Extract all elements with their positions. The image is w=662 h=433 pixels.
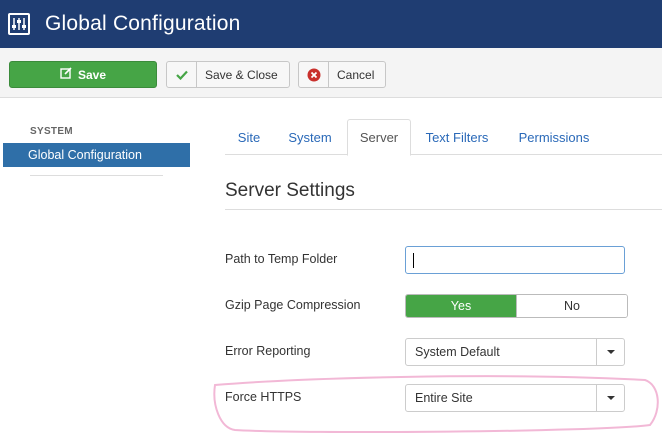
force-https-select[interactable]: Entire Site <box>405 384 625 412</box>
tab-system[interactable]: System <box>276 119 344 155</box>
force-https-label: Force HTTPS <box>225 390 302 404</box>
chevron-down-icon <box>596 339 624 365</box>
save-close-button[interactable]: Save & Close <box>166 61 290 88</box>
force-https-value: Entire Site <box>415 391 473 405</box>
toolbar: Save Save & Close Cancel <box>0 48 662 98</box>
sidebar-item-global-configuration[interactable]: Global Configuration <box>3 143 190 167</box>
save-label: Save <box>77 67 107 82</box>
save-button[interactable]: Save <box>9 61 157 88</box>
gzip-toggle: Yes No <box>405 294 628 318</box>
gzip-label: Gzip Page Compression <box>225 298 361 312</box>
cancel-label: Cancel <box>337 67 375 82</box>
text-caret <box>413 253 414 268</box>
tab-permissions[interactable]: Permissions <box>505 119 603 155</box>
sliders-icon <box>8 13 30 35</box>
tab-site[interactable]: Site <box>225 119 273 155</box>
cancel-button[interactable]: Cancel <box>298 61 386 88</box>
tab-text-filters[interactable]: Text Filters <box>415 119 499 155</box>
section-title: Server Settings <box>225 180 355 201</box>
save-close-label: Save & Close <box>205 67 278 82</box>
sidebar-heading: SYSTEM <box>30 126 73 137</box>
chevron-down-icon <box>596 385 624 411</box>
app-header: Global Configuration <box>0 0 662 48</box>
error-reporting-label: Error Reporting <box>225 344 311 358</box>
gzip-yes-option[interactable]: Yes <box>406 295 516 317</box>
error-reporting-select[interactable]: System Default <box>405 338 625 366</box>
check-icon <box>167 62 197 87</box>
error-reporting-value: System Default <box>415 345 500 359</box>
temp-path-label: Path to Temp Folder <box>225 252 338 266</box>
settings-tabs: Site System Server Text Filters Permissi… <box>225 119 662 156</box>
section-divider <box>225 209 662 210</box>
gzip-no-option[interactable]: No <box>516 295 627 317</box>
edit-icon <box>60 67 72 82</box>
sidebar-divider <box>30 175 163 176</box>
page-title: Global Configuration <box>45 12 241 35</box>
tab-server[interactable]: Server <box>347 119 411 156</box>
temp-path-input[interactable] <box>405 246 625 274</box>
cancel-icon <box>299 62 329 87</box>
